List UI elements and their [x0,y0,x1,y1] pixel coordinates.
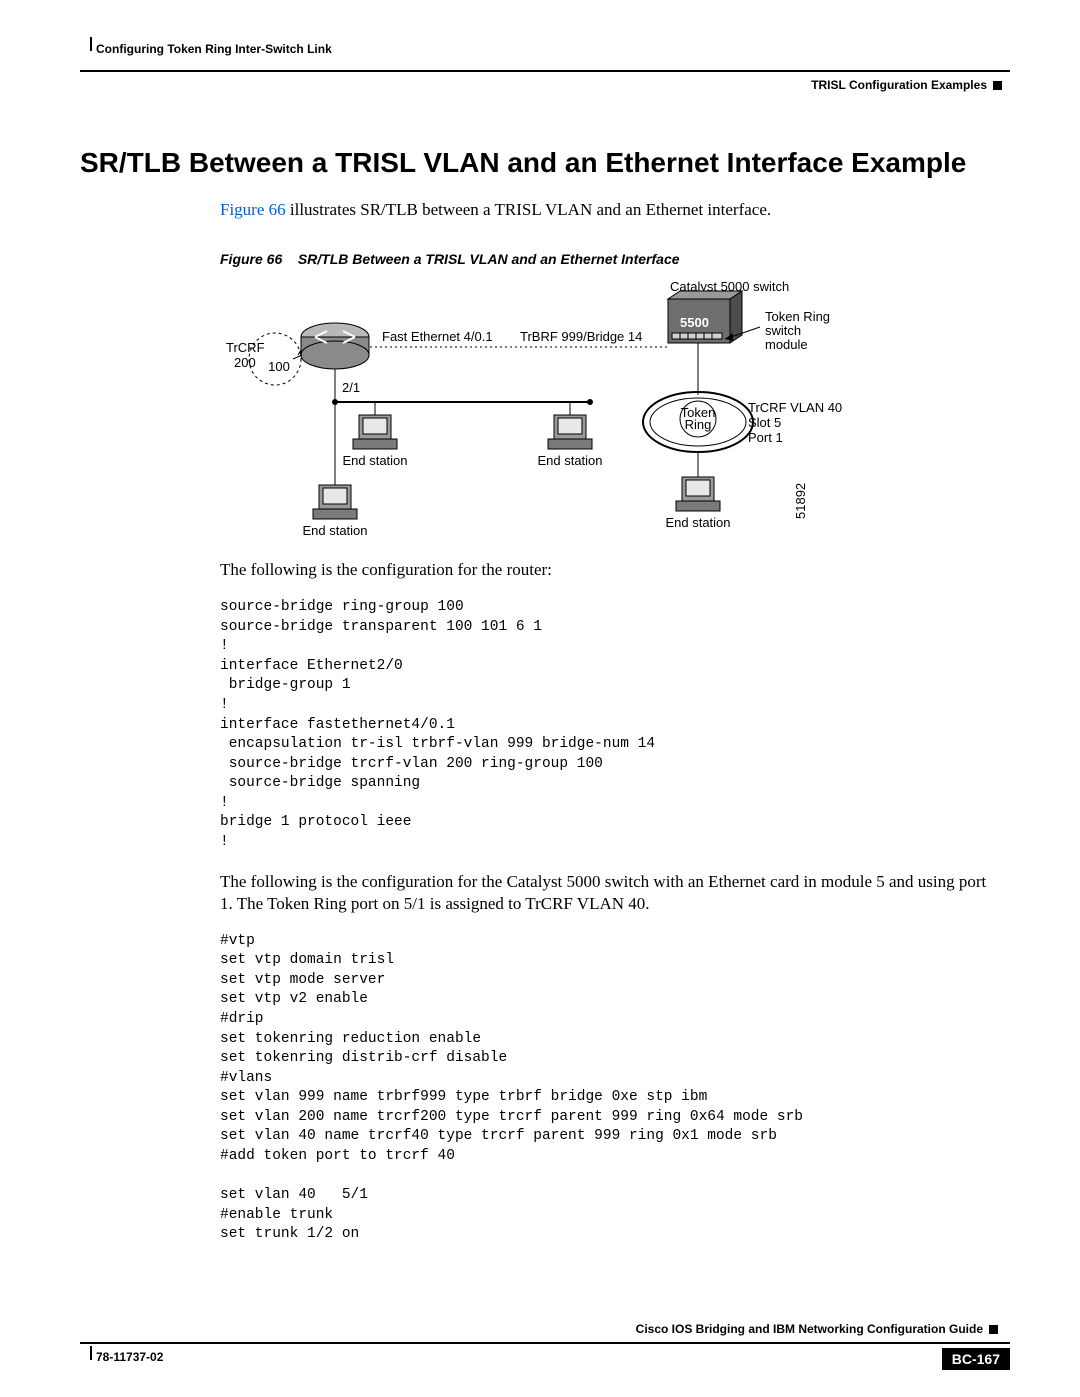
diagram-vlan40-3: Port 1 [748,430,783,445]
intro-paragraph: Figure 66 illustrates SR/TLB between a T… [220,199,1000,221]
router-icon [301,323,369,369]
diagram-end-station-3: End station [537,453,602,468]
section-title: SR/TLB Between a TRISL VLAN and an Ether… [80,147,1010,179]
network-diagram: TrCRF 200 100 Fast Ethernet 4/0.1 TrBRF … [220,277,1010,542]
diagram-token-label-2: Ring [685,417,712,432]
figure-label: Figure 66 [220,251,282,267]
end-station-icon [313,485,357,519]
para-switch-config: The following is the configuration for t… [220,871,1000,915]
diagram-tr-module-3: module [765,337,808,352]
diagram-end-station-2: End station [302,523,367,537]
figure-caption-text: SR/TLB Between a TRISL VLAN and an Ether… [298,251,680,267]
page-footer: Cisco IOS Bridging and IBM Networking Co… [80,1342,1010,1372]
diagram-fast-ethernet: Fast Ethernet 4/0.1 [382,329,493,344]
code-switch-config: #vtp set vtp domain trisl set vtp mode s… [220,932,1010,1245]
footer-square-icon [989,1325,998,1334]
diagram-switch-num: 5500 [680,315,709,330]
diagram-trcrf-label: TrCRF [226,340,265,355]
intro-text: illustrates SR/TLB between a TRISL VLAN … [286,200,771,219]
diagram-vlan40-1: TrCRF VLAN 40 [748,400,842,415]
page-number: BC-167 [942,1348,1010,1370]
diagram-port-21: 2/1 [342,380,360,395]
header-chapter: Configuring Token Ring Inter-Switch Link [96,42,332,56]
figure-ref-link[interactable]: Figure 66 [220,200,286,219]
page-header: Configuring Token Ring Inter-Switch Link [80,30,1010,72]
diagram-trcrf-200: 200 [234,355,256,370]
diagram-tr-module-1: Token Ring [765,309,830,324]
figure-caption: Figure 66 SR/TLB Between a TRISL VLAN an… [220,251,1010,267]
header-square-icon [993,81,1002,90]
diagram-ring-100: 100 [268,359,290,374]
code-router-config: source-bridge ring-group 100 source-brid… [220,598,1010,852]
header-section: TRISL Configuration Examples [811,78,987,92]
header-section-row: TRISL Configuration Examples [80,78,1010,92]
end-station-icon [353,415,397,449]
diagram-end-station-4: End station [665,515,730,530]
diagram-tr-module-2: switch [765,323,801,338]
diagram-vlan40-2: Slot 5 [748,415,781,430]
end-station-icon [676,477,720,511]
footer-docnum: 78-11737-02 [96,1350,163,1364]
footer-guide: Cisco IOS Bridging and IBM Networking Co… [636,1322,983,1336]
diagram-image-id: 51892 [793,483,808,519]
diagram-end-station-1: End station [342,453,407,468]
diagram-trbrf: TrBRF 999/Bridge 14 [520,329,642,344]
para-router-config: The following is the configuration for t… [220,559,1000,581]
end-station-icon [548,415,592,449]
